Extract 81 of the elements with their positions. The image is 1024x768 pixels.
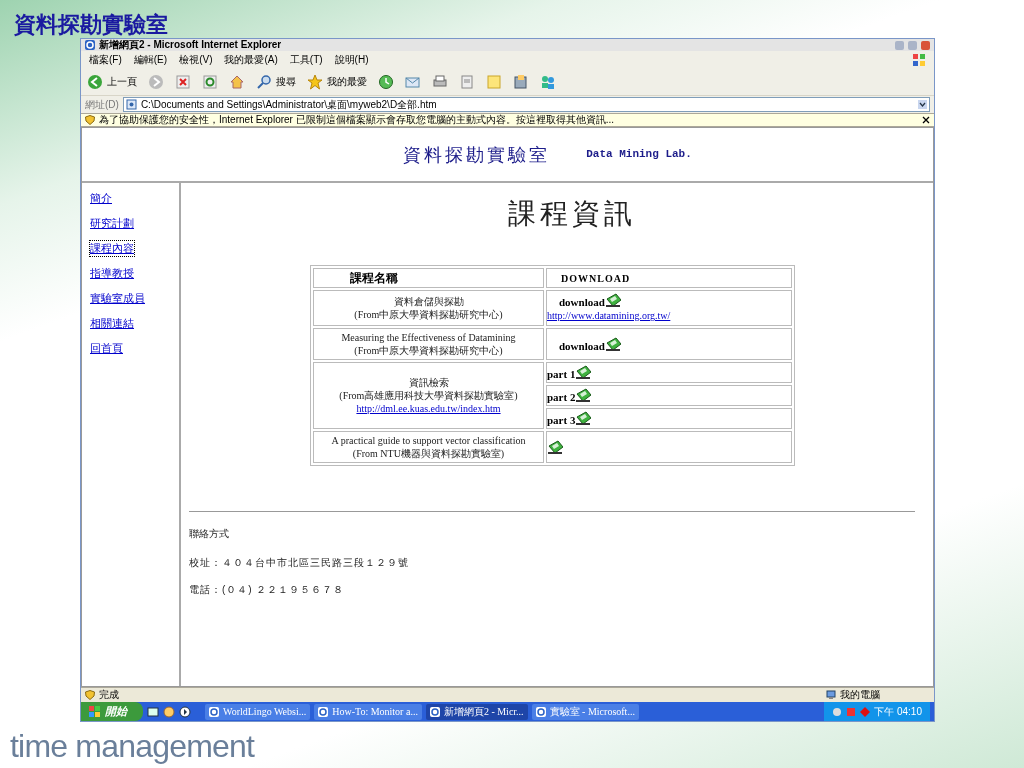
course-name: 資料倉儲與探勘 bbox=[392, 295, 465, 308]
people-icon bbox=[540, 74, 556, 90]
shield-icon bbox=[85, 690, 95, 700]
download-link[interactable]: part 1 bbox=[547, 369, 576, 380]
download-link[interactable]: part 2 bbox=[547, 392, 576, 403]
download-link[interactable]: part 3 bbox=[547, 415, 576, 426]
address-label: 網址(D) bbox=[85, 99, 119, 110]
course-name: (From中原大學資料探勘研究中心) bbox=[353, 344, 504, 357]
download-link[interactable]: download bbox=[559, 297, 605, 308]
menu-item[interactable]: 檔案(F) bbox=[89, 55, 122, 65]
ie-icon bbox=[85, 40, 95, 50]
windows-logo-icon bbox=[912, 53, 926, 67]
menu-item[interactable]: 我的最愛(A) bbox=[224, 55, 278, 65]
course-name: (From中原大學資料探勘研究中心) bbox=[353, 308, 504, 321]
nav-link[interactable]: 指導教授 bbox=[90, 266, 134, 281]
dropdown-arrow-icon[interactable] bbox=[918, 100, 927, 109]
course-name: (From NTU機器與資料探勘實驗室) bbox=[351, 447, 506, 460]
slide-footer: time management bbox=[10, 722, 255, 768]
taskbar-button[interactable]: 實驗室 - Microsoft... bbox=[531, 703, 639, 720]
document-icon bbox=[459, 74, 475, 90]
taskbar-button[interactable]: How-To: Monitor a... bbox=[314, 703, 422, 720]
computer-icon bbox=[826, 690, 836, 700]
ie-icon bbox=[209, 706, 219, 717]
contact-heading: 聯絡方式 bbox=[189, 527, 230, 541]
media-player-icon[interactable] bbox=[179, 705, 191, 718]
site-title: 資料探勘實驗室 bbox=[403, 143, 551, 167]
menu-item[interactable]: 檢視(V) bbox=[179, 55, 213, 65]
zone-text: 我的電腦 bbox=[840, 690, 881, 700]
home-icon bbox=[229, 74, 245, 90]
address-field[interactable]: C:\Documents and Settings\Administrator\桌面\myweb2\D全部.htm bbox=[122, 97, 930, 112]
course-name: (From高雄應用科技大學資料探勘實驗室) bbox=[338, 389, 519, 402]
site-subtitle: Data Mining Lab. bbox=[586, 147, 692, 163]
window-title: 新增網頁2 - Microsoft Internet Explorer bbox=[99, 40, 283, 50]
back-arrow-button[interactable]: 上一頁 bbox=[85, 71, 139, 93]
nav-link[interactable]: 實驗室成員 bbox=[90, 291, 145, 306]
mail-icon bbox=[405, 74, 421, 90]
desktop-icon[interactable] bbox=[147, 705, 159, 718]
close-button[interactable] bbox=[921, 40, 930, 50]
course-link[interactable]: http://dml.ee.kuas.edu.tw/index.htm bbox=[314, 402, 543, 415]
contact-line: 電話：(０４) ２２１９５６７８ bbox=[189, 583, 346, 597]
windows-logo-icon bbox=[89, 705, 101, 718]
printer-icon bbox=[432, 74, 448, 90]
nav-link[interactable]: 相關連結 bbox=[90, 316, 134, 331]
information-bar[interactable]: 為了協助保護您的安全性，Internet Explorer 已限制這個檔案顯示會存取您電腦的主動式內容。按這裡取得其他資訊... bbox=[81, 113, 934, 127]
start-button[interactable]: 開始 bbox=[81, 702, 143, 721]
course-name: A practical guide to support vector classification bbox=[330, 434, 527, 447]
column-header: DOWNLOAD bbox=[546, 268, 792, 288]
nav-link[interactable]: 研究計劃 bbox=[90, 216, 134, 231]
taskbar-button[interactable]: 新增網頁2 - Micr... bbox=[425, 703, 528, 720]
folder-icon bbox=[513, 74, 529, 90]
status-text: 完成 bbox=[99, 690, 120, 700]
refresh-icon bbox=[202, 74, 218, 90]
contact-line: 校址：４０４台中市北區三民路三段１２９號 bbox=[189, 556, 410, 570]
shield-icon bbox=[85, 115, 95, 125]
nav-link[interactable]: 課程內容 bbox=[90, 241, 134, 256]
menu-item[interactable]: 工具(T) bbox=[289, 55, 323, 65]
column-header: 課程名稱 bbox=[313, 268, 544, 288]
ie-icon bbox=[318, 706, 329, 717]
course-name: 資訊檢索 bbox=[407, 376, 450, 389]
tray-app-icon[interactable] bbox=[860, 706, 871, 717]
star-button[interactable]: 我的最愛 bbox=[305, 71, 369, 93]
menu-item[interactable]: 編輯(E) bbox=[133, 55, 168, 65]
history-icon bbox=[378, 74, 394, 90]
star-icon bbox=[307, 74, 323, 90]
close-icon[interactable] bbox=[922, 116, 930, 124]
nav-link[interactable]: 簡介 bbox=[90, 191, 112, 206]
course-name: Measuring the Effectiveness of Datamining bbox=[340, 331, 517, 344]
note-icon bbox=[486, 74, 502, 90]
nav-link[interactable]: 回首頁 bbox=[90, 341, 123, 356]
search-icon bbox=[256, 74, 272, 90]
download-url[interactable]: http://www.datamining.org.tw/ bbox=[547, 308, 791, 323]
download-link[interactable]: download bbox=[559, 340, 605, 352]
page-heading: 課程資訊 bbox=[508, 196, 636, 232]
ie-icon bbox=[429, 706, 440, 717]
stop-icon bbox=[175, 74, 191, 90]
search-button[interactable]: 搜尋 bbox=[254, 71, 298, 93]
ie-icon bbox=[535, 706, 546, 717]
clock: 下午 04:10 bbox=[874, 705, 922, 719]
taskbar-button[interactable]: WorldLingo Websi... bbox=[205, 703, 311, 720]
menu-item[interactable]: 說明(H) bbox=[334, 55, 369, 65]
slide-title: 資料探勘實驗室 bbox=[14, 10, 168, 39]
